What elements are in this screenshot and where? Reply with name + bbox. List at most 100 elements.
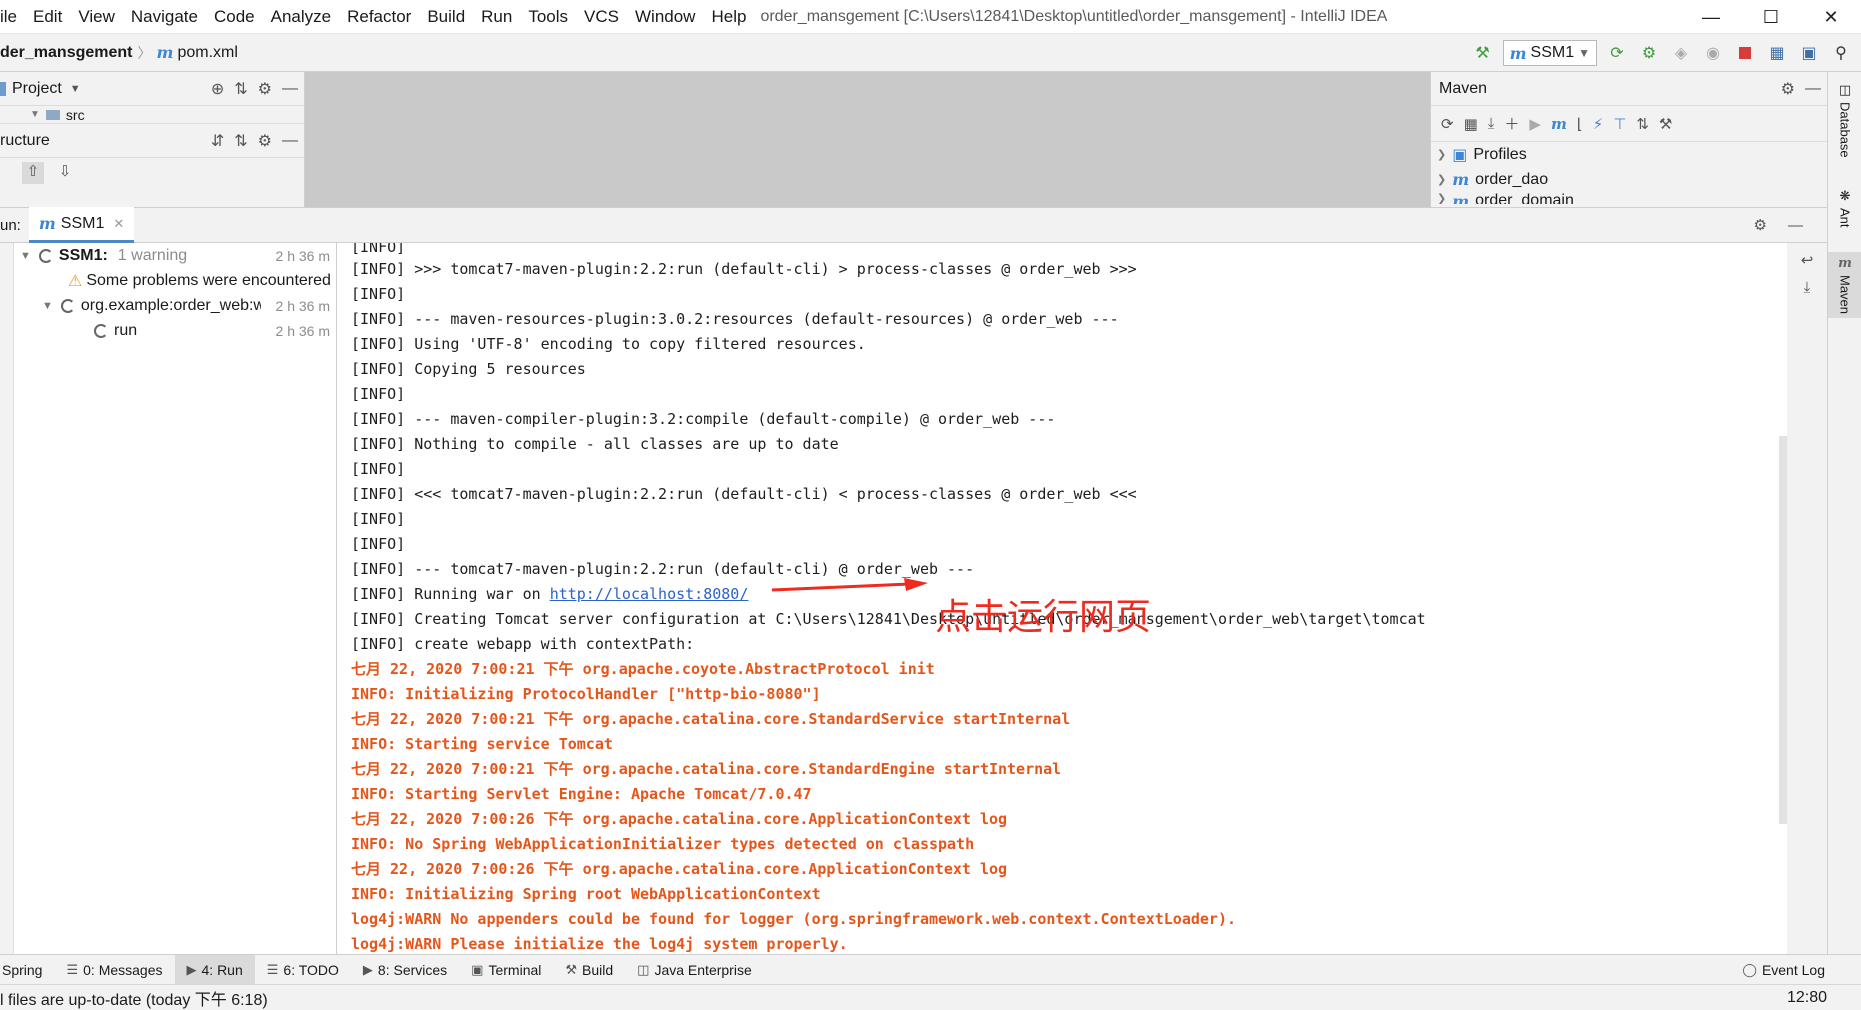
tab-messages[interactable]: ☰ 0: Messages (54, 955, 174, 985)
minimize-button[interactable]: — (1681, 0, 1741, 34)
close-button[interactable]: ✕ (1801, 0, 1861, 34)
soft-wrap-icon[interactable]: ↩ (1801, 251, 1814, 269)
run-icon[interactable]: ▶ (1529, 115, 1541, 133)
collapse-icon[interactable]: ⇅ (234, 79, 247, 99)
maven-file-icon: m (156, 43, 174, 62)
add-icon[interactable]: ＋ (1504, 113, 1519, 134)
tab-label: Build (582, 961, 614, 978)
expand-all-icon[interactable]: ⇵ (211, 131, 224, 151)
left-tool-panel: Project ▼ ⊕ ⇅ ⚙ — ▼ src ructure ⇵ ⇅ ⚙ — … (0, 72, 305, 207)
run-tree-goal[interactable]: run 2 h 36 m (14, 318, 336, 343)
bottom-tool-bar: Spring ☰ 0: Messages ▶ 4: Run ☰ 6: TODO … (0, 954, 1861, 985)
tab-services[interactable]: ▶ 8: Services (351, 955, 459, 985)
tab-java-enterprise[interactable]: ◫ Java Enterprise (625, 955, 764, 985)
tab-terminal[interactable]: ▣ Terminal (459, 955, 553, 985)
project-panel-title[interactable]: Project (12, 80, 62, 98)
run-config-selector[interactable]: m SSM1 ▼ (1502, 40, 1597, 66)
rerun-icon[interactable]: ⟳ (1605, 41, 1629, 65)
project-structure-icon[interactable]: ▦ (1765, 41, 1789, 65)
database-tab[interactable]: ◫ Database (1828, 82, 1861, 158)
maven-icon: m (1838, 256, 1852, 271)
maven-tree-item[interactable]: ❯ ▣ Profiles (1431, 142, 1827, 167)
menu-refactor[interactable]: Refactor (339, 0, 419, 34)
locate-icon[interactable]: ⊕ (211, 79, 224, 99)
localhost-link[interactable]: http://localhost:8080/ (550, 585, 749, 603)
tab-run[interactable]: ▶ 4: Run (174, 954, 255, 985)
ant-tab[interactable]: ❋ Ant (1828, 188, 1861, 228)
sort-down-icon[interactable]: ⇩ (54, 162, 76, 184)
gear-icon[interactable]: ⚙ (1781, 79, 1795, 99)
collapse-all-icon[interactable]: ⇅ (234, 131, 247, 151)
stop-icon[interactable] (1733, 41, 1757, 65)
project-tree-item[interactable]: ▼ src (0, 106, 304, 124)
wrench-icon[interactable]: ⚒ (1659, 115, 1672, 133)
maximize-button[interactable]: ☐ (1741, 0, 1801, 34)
gear-icon[interactable]: ⚙ (1754, 216, 1767, 234)
editor-area[interactable] (305, 72, 1430, 207)
gear-icon[interactable]: ⚙ (258, 79, 272, 99)
breadcrumb-project[interactable]: der_mansgement (0, 44, 133, 62)
hide-icon[interactable]: — (1805, 80, 1821, 98)
skip-tests-icon[interactable]: ⚡ (1593, 115, 1604, 133)
warning-count: 1 warning (117, 246, 188, 264)
run-tree-label: org.example:order_web:war (80, 296, 261, 314)
search-icon[interactable]: ⚲ (1829, 41, 1853, 65)
run-tree-warning[interactable]: ⚠ Some problems were encountered (14, 268, 336, 293)
menu-navigate[interactable]: Navigate (123, 0, 206, 34)
terminal-icon[interactable]: ▣ (1797, 41, 1821, 65)
tab-build[interactable]: ⚒ Build (553, 955, 625, 985)
menu-code[interactable]: Code (206, 0, 263, 34)
event-log-tab[interactable]: ◯ Event Log (1742, 955, 1825, 985)
close-icon[interactable]: ✕ (113, 216, 124, 232)
status-caret-position[interactable]: 12:80 (1787, 985, 1827, 1010)
hide-icon[interactable]: — (282, 80, 298, 98)
menu-build[interactable]: Build (419, 0, 473, 34)
build-hammer-icon: ⚒ (565, 961, 578, 977)
run-tree-root[interactable]: ▼ SSM1: 1 warning 2 h 36 m (14, 243, 336, 268)
console-line: [INFO] (351, 385, 406, 403)
run-tree-module[interactable]: ▼ org.example:order_web:war 2 h 36 m (14, 293, 336, 318)
scroll-to-end-icon[interactable]: ⤓ (1804, 279, 1811, 296)
coverage-icon[interactable]: ◈ (1669, 41, 1693, 65)
menu-vcs[interactable]: VCS (576, 0, 627, 34)
event-log-label: Event Log (1761, 962, 1825, 978)
module-icon: m (1452, 170, 1470, 189)
menu-run[interactable]: Run (473, 0, 520, 34)
status-message[interactable]: l files are up-to-date (today 下午 6:18) (0, 986, 268, 1010)
show-dependencies-icon[interactable]: ⊤ (1613, 115, 1626, 133)
run-tab[interactable]: m SSM1 ✕ (28, 207, 135, 243)
chevron-down-icon[interactable]: ▼ (70, 83, 81, 95)
menu-view[interactable]: View (70, 0, 123, 34)
hide-icon[interactable]: — (1788, 217, 1803, 234)
tab-todo[interactable]: ☰ 6: TODO (255, 955, 351, 985)
menu-window[interactable]: Window (627, 0, 703, 34)
console-line: [INFO] >>> tomcat7-maven-plugin:2.2:run … (351, 260, 1137, 278)
maven-tab[interactable]: m Maven (1828, 252, 1861, 319)
build-hammer-icon[interactable]: ⚒ (1471, 41, 1495, 65)
gear-icon[interactable]: ⚙ (258, 131, 272, 151)
maven-tree-item[interactable]: ❯ m order_domain (1431, 192, 1827, 204)
menu-edit[interactable]: Edit (25, 0, 70, 34)
menu-tools[interactable]: Tools (520, 0, 576, 34)
hide-icon[interactable]: — (282, 132, 298, 150)
reload-icon[interactable]: ⟳ (1441, 115, 1454, 133)
breadcrumb-file[interactable]: pom.xml (177, 44, 237, 62)
structure-panel-title[interactable]: ructure (0, 132, 50, 150)
profile-icon[interactable]: ◉ (1701, 41, 1725, 65)
debug-icon[interactable]: ⚙ (1637, 41, 1661, 65)
maven-tree-item[interactable]: ❯ m order_dao (1431, 167, 1827, 192)
maven-tab-label: Maven (1837, 275, 1853, 315)
toggle-offline-icon[interactable]: ⌊ (1577, 115, 1583, 133)
collapse-all-icon[interactable]: ⇅ (1636, 115, 1649, 133)
console-error-line: INFO: Initializing ProtocolHandler ["htt… (351, 685, 821, 703)
tab-spring[interactable]: Spring (0, 955, 54, 985)
menu-help[interactable]: Help (703, 0, 754, 34)
menu-analyze[interactable]: Analyze (263, 0, 339, 34)
download-icon[interactable]: ⤓ (1488, 115, 1495, 132)
execute-goal-icon[interactable]: m (1551, 115, 1567, 133)
menu-file[interactable]: ile (0, 0, 25, 34)
tab-label: 6: TODO (283, 961, 339, 978)
sort-up-icon[interactable]: ⇧ (22, 162, 44, 184)
tree-item-label: src (65, 106, 85, 123)
generate-sources-icon[interactable]: ▦ (1464, 115, 1478, 133)
